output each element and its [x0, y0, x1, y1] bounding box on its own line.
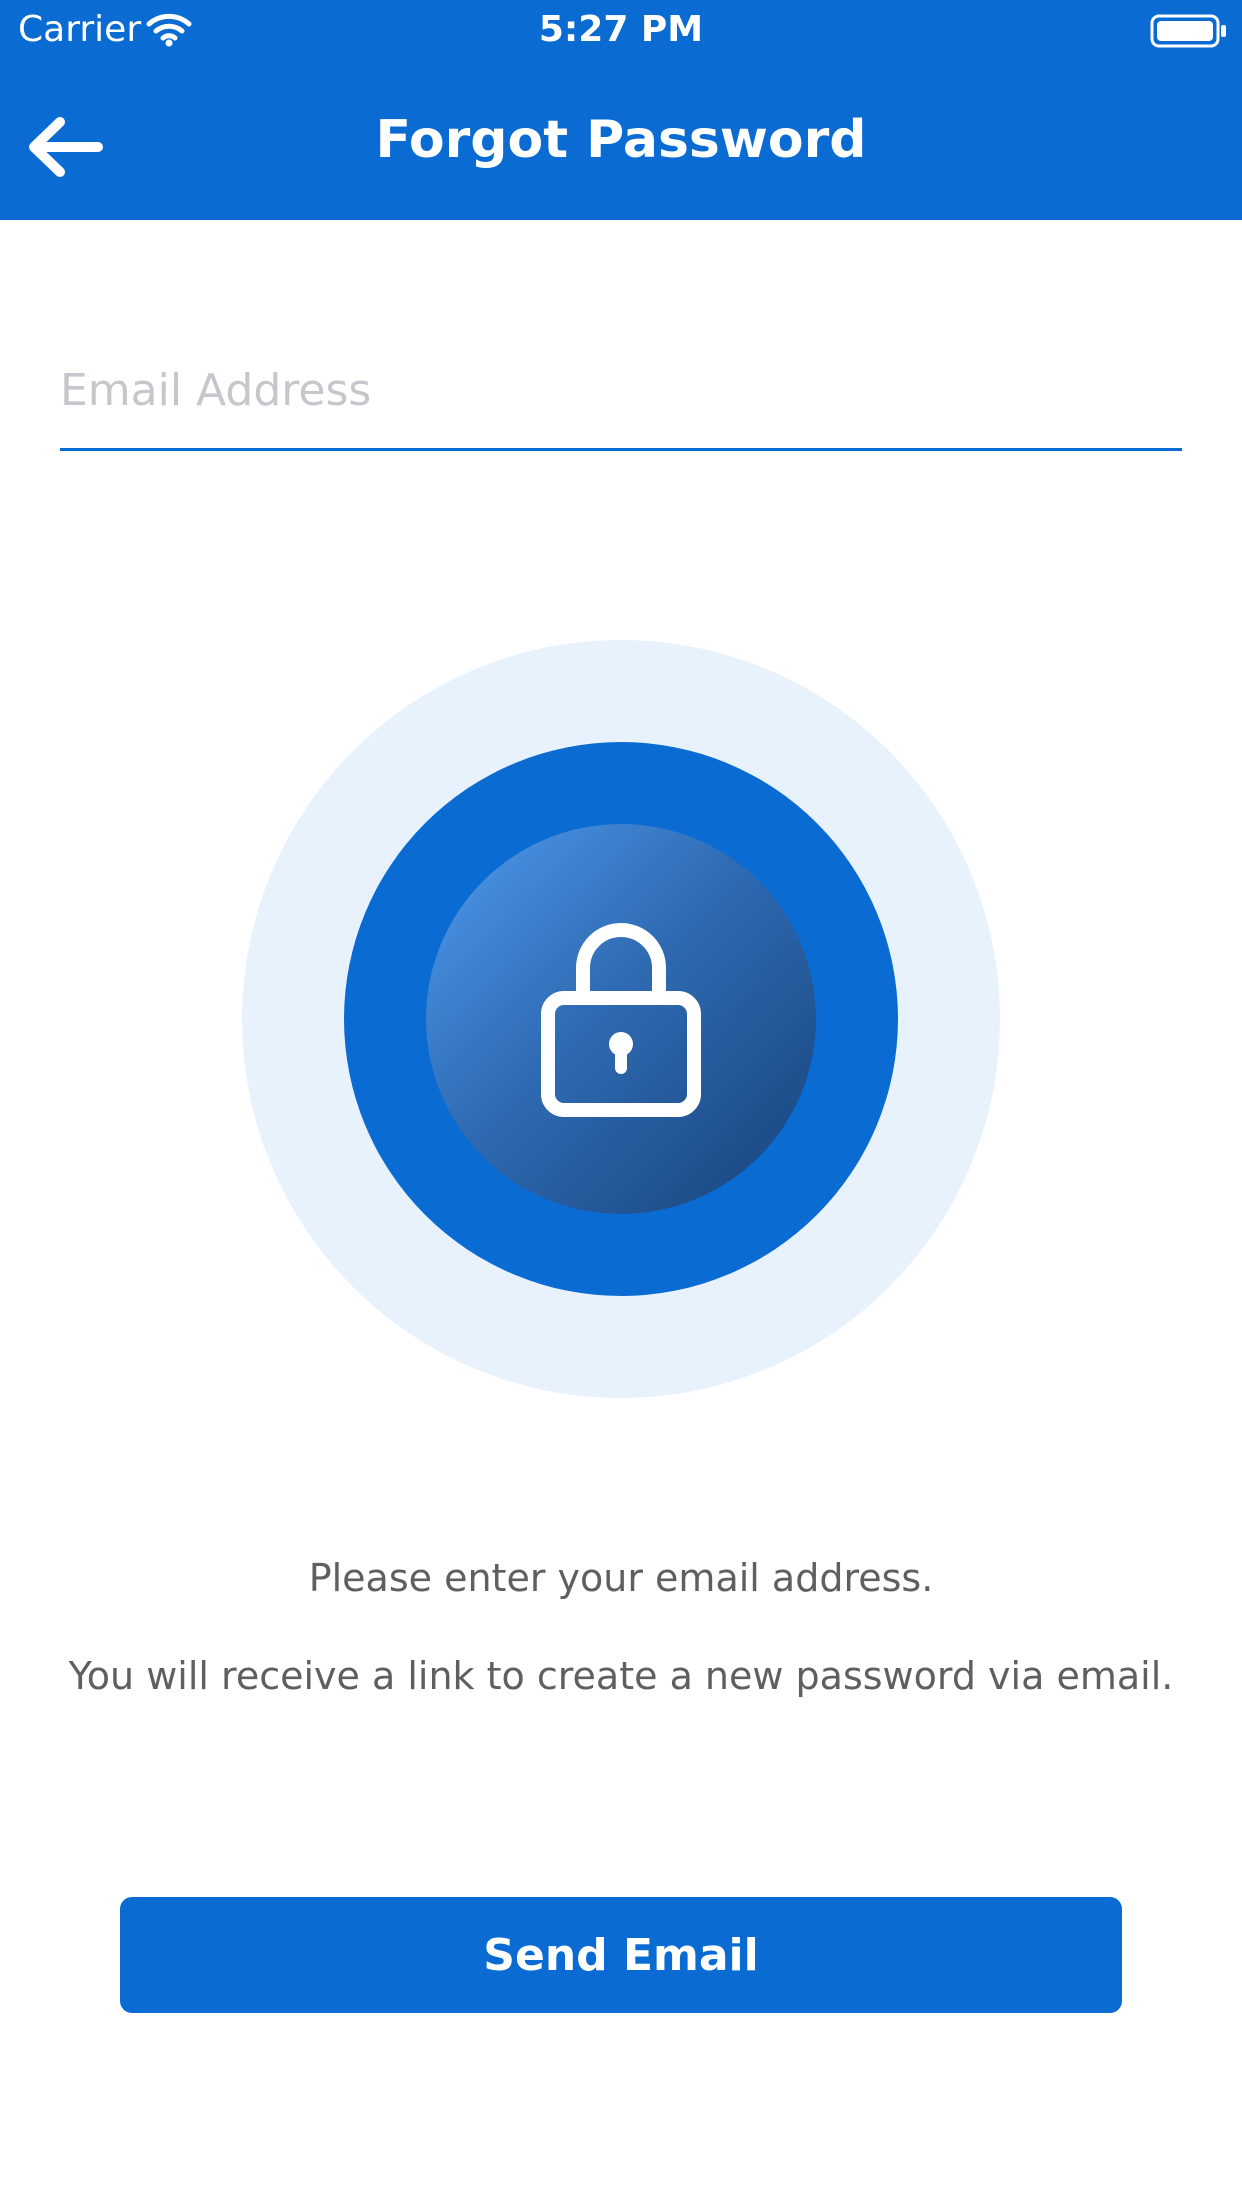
email-field-container	[60, 330, 1182, 451]
email-field[interactable]	[60, 348, 1182, 432]
status-time: 5:27 PM	[538, 9, 704, 50]
instructions: Please enter your email address. You wil…	[0, 1548, 1242, 1706]
app-header: Carrier 5:27 PM Forgot Password	[0, 0, 1242, 220]
lock-icon	[541, 923, 701, 1117]
navigation-bar: Forgot Password	[0, 62, 1242, 220]
send-email-button[interactable]: Send Email	[120, 1897, 1122, 2013]
instruction-text: Please enter your email address.	[308, 1556, 934, 1600]
page-title: Forgot Password	[375, 110, 867, 170]
lock-illustration	[242, 640, 1000, 1398]
instruction-detail-text: You will receive a link to create a new …	[68, 1654, 1174, 1698]
status-bar: Carrier 5:27 PM	[0, 0, 1242, 62]
battery-full-icon	[1150, 14, 1228, 48]
